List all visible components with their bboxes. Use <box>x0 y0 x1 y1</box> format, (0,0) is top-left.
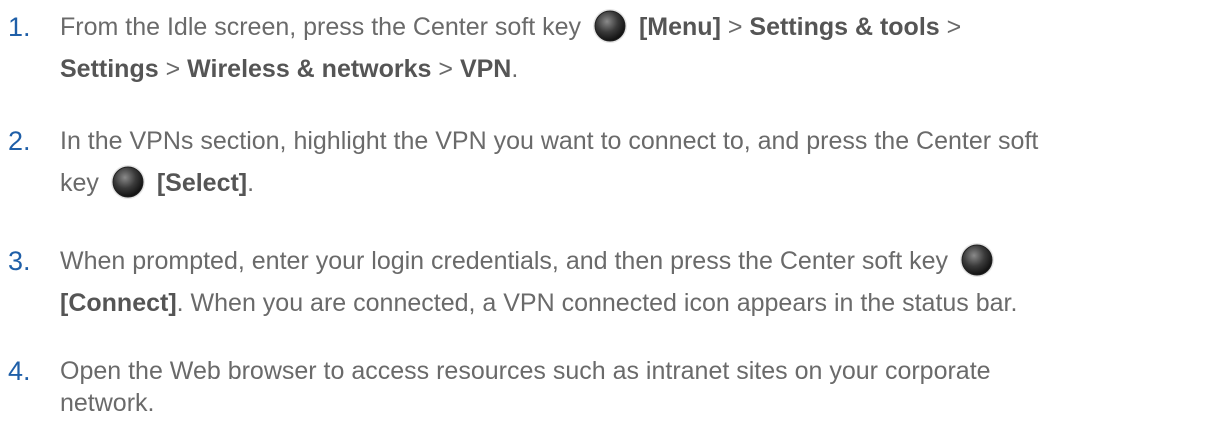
step-line: key [Select]. <box>60 162 1200 204</box>
step-text-run: . When you are connected, a VPN connecte… <box>176 289 1018 317</box>
separator: > <box>939 13 962 41</box>
vpn-label: VPN <box>459 55 512 83</box>
separator: > <box>158 55 188 83</box>
step-text: Open the Web browser to access resources… <box>60 350 1200 424</box>
step-number: 1. <box>8 12 31 42</box>
step-line: network. <box>60 388 1200 424</box>
step-1: 1. From the Idle screen, press the Cente… <box>0 6 1200 96</box>
step-number: 2. <box>8 126 31 156</box>
period: . <box>247 169 255 197</box>
settings-tools-label: Settings & tools <box>749 13 940 41</box>
settings-label: Settings <box>60 55 159 83</box>
step-text-run: From the Idle screen, press the Center s… <box>60 13 582 41</box>
step-text: From the Idle screen, press the Center s… <box>60 6 1200 90</box>
step-text-run: When prompted, enter your login credenti… <box>60 247 948 275</box>
step-text-run: network. <box>60 389 155 417</box>
step-line: Settings > Wireless & networks > VPN. <box>60 48 1200 90</box>
step-number: 4. <box>8 356 31 386</box>
step-text-run: key <box>60 169 99 197</box>
step-line: Open the Web browser to access resources… <box>60 350 1200 388</box>
step-text: When prompted, enter your login credenti… <box>60 240 1200 324</box>
center-soft-key-icon <box>592 8 628 44</box>
step-line: In the VPNs section, highlight the VPN y… <box>60 120 1200 162</box>
center-soft-key-icon <box>959 242 995 278</box>
step-2: 2. In the VPNs section, highlight the VP… <box>0 120 1200 210</box>
step-line: [Connect]. When you are connected, a VPN… <box>60 282 1200 324</box>
step-number: 3. <box>8 246 31 276</box>
select-label: [Select] <box>156 169 248 197</box>
step-3: 3. When prompted, enter your login crede… <box>0 240 1200 330</box>
menu-label: [Menu] <box>638 13 721 41</box>
wireless-networks-label: Wireless & networks <box>187 55 432 83</box>
step-line: From the Idle screen, press the Center s… <box>60 6 1200 48</box>
instruction-steps: 1. From the Idle screen, press the Cente… <box>0 0 1217 446</box>
step-text: In the VPNs section, highlight the VPN y… <box>60 120 1200 204</box>
connect-label: [Connect] <box>60 289 177 317</box>
step-line: When prompted, enter your login credenti… <box>60 240 1200 282</box>
center-soft-key-icon <box>110 164 146 200</box>
separator: > <box>720 13 750 41</box>
period: . <box>511 55 519 83</box>
step-text-run: In the VPNs section, highlight the VPN y… <box>60 127 1039 155</box>
separator: > <box>431 55 460 83</box>
step-text-run: Open the Web browser to access resources… <box>60 357 991 385</box>
step-4: 4. Open the Web browser to access resour… <box>0 350 1200 440</box>
